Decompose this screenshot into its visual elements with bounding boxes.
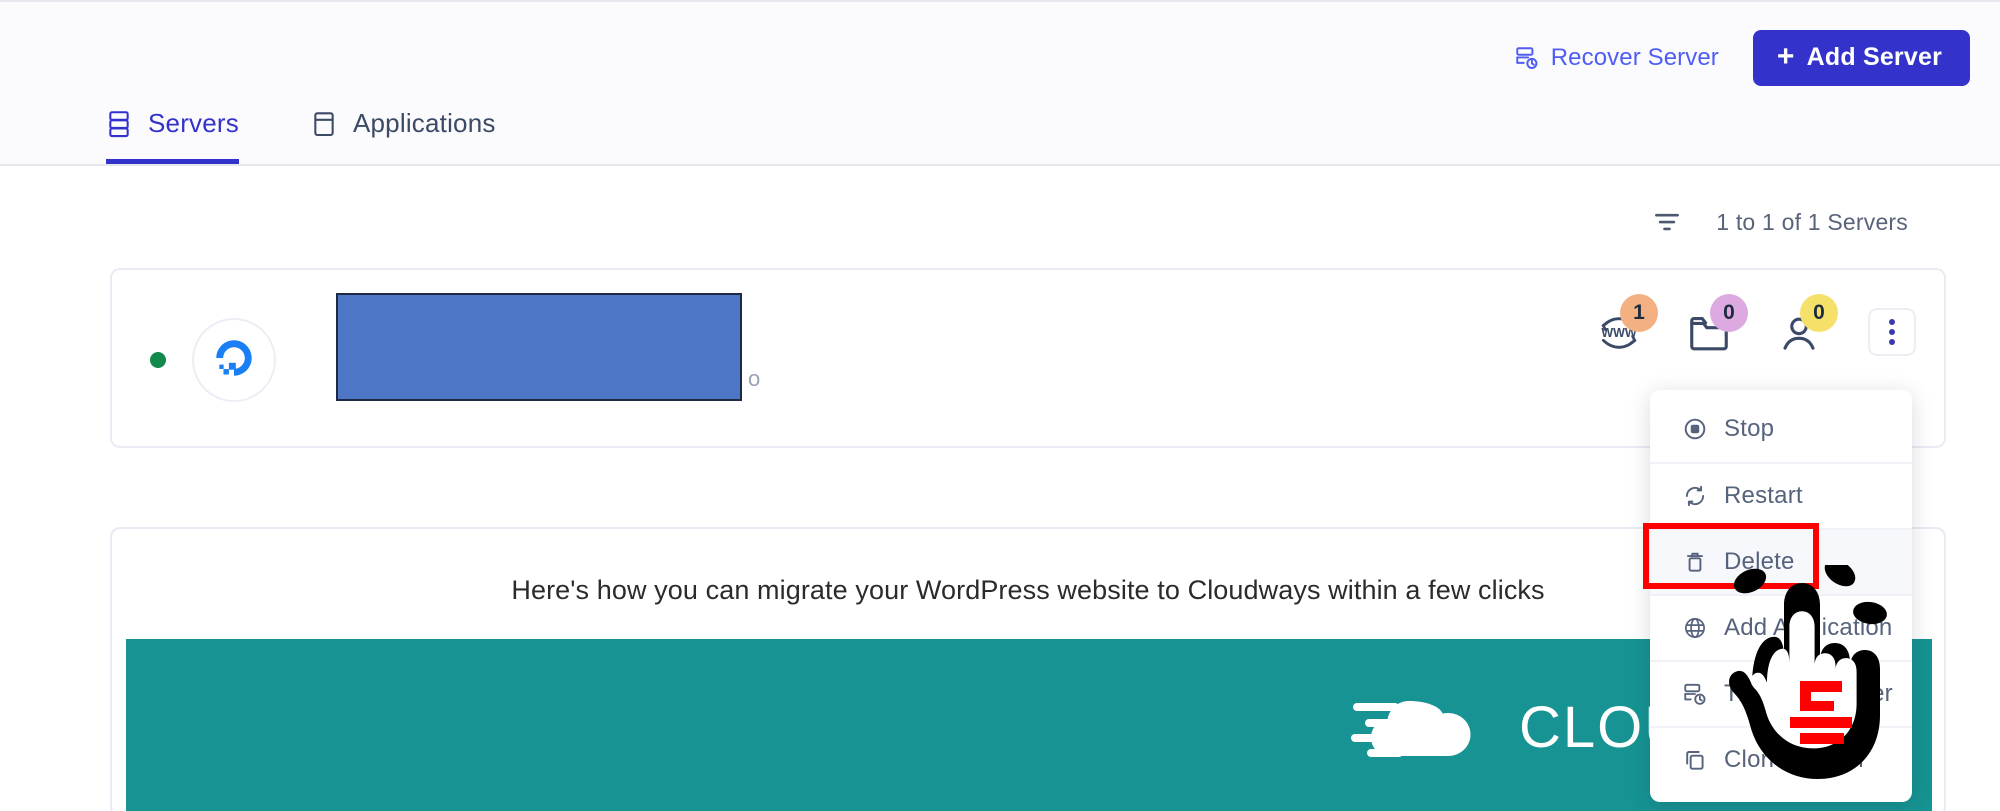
- tab-servers-label: Servers: [148, 108, 239, 138]
- menu-item-restart[interactable]: Restart: [1650, 462, 1912, 528]
- team-badge[interactable]: 0: [1776, 294, 1838, 358]
- team-badge-count: 0: [1800, 294, 1838, 332]
- vertical-dots-icon: [1889, 319, 1895, 325]
- server-actions-menu: Stop Restart Delete Add Application Tran…: [1650, 390, 1912, 802]
- cloudways-logo: CLOU: [1351, 679, 1688, 775]
- server-count-label: 1 to 1 of 1 Servers: [1716, 208, 1908, 235]
- applications-badge[interactable]: WWW 1: [1596, 294, 1658, 358]
- globe-icon: [1682, 615, 1708, 641]
- recover-server-label: Recover Server: [1550, 44, 1719, 71]
- transfer-server-icon: [1682, 681, 1708, 707]
- menu-item-clone-server[interactable]: Clone Server: [1650, 726, 1912, 792]
- recover-server-button[interactable]: Recover Server: [1514, 44, 1719, 72]
- menu-item-delete-label: Delete: [1724, 548, 1795, 575]
- menu-item-stop-label: Stop: [1724, 415, 1775, 442]
- digitalocean-logo-icon: [210, 334, 258, 387]
- server-stack-icon: [106, 109, 132, 139]
- menu-item-stop[interactable]: Stop: [1650, 396, 1912, 462]
- filter-icon[interactable]: [1652, 207, 1682, 237]
- menu-item-add-application[interactable]: Add Application: [1650, 594, 1912, 660]
- menu-item-transfer-server-label: Transfer Server: [1724, 680, 1893, 707]
- cloudways-cloud-icon: [1351, 679, 1501, 775]
- server-meta-fragment: o: [748, 366, 761, 391]
- server-name-redaction: [336, 293, 742, 401]
- add-server-label: Add Server: [1806, 43, 1942, 71]
- tab-applications-label: Applications: [352, 108, 496, 138]
- applications-badge-count: 1: [1620, 294, 1658, 332]
- menu-item-delete[interactable]: Delete: [1650, 528, 1912, 594]
- page-header: Recover Server + Add Server Servers Appl…: [0, 0, 2000, 166]
- projects-badge[interactable]: 0: [1686, 294, 1748, 358]
- header-actions: Recover Server + Add Server: [1514, 30, 1970, 86]
- add-server-button[interactable]: + Add Server: [1752, 30, 1970, 86]
- menu-item-add-application-label: Add Application: [1724, 614, 1893, 641]
- menu-item-restart-label: Restart: [1724, 482, 1803, 509]
- server-recover-icon: [1514, 45, 1540, 71]
- server-badges: WWW 1 0 0: [1596, 294, 1838, 358]
- primary-tabs: Servers Applications: [106, 108, 496, 164]
- window-panel-icon: [311, 109, 337, 139]
- list-toolbar: 1 to 1 of 1 Servers: [1652, 207, 1908, 237]
- plus-icon: +: [1776, 39, 1795, 73]
- projects-badge-count: 0: [1710, 294, 1748, 332]
- tab-servers[interactable]: Servers: [106, 108, 239, 164]
- status-badge: [150, 352, 166, 368]
- stop-circle-icon: [1682, 416, 1708, 442]
- vertical-dots-icon: [1889, 329, 1895, 335]
- tab-applications[interactable]: Applications: [311, 108, 496, 164]
- clone-icon: [1682, 747, 1708, 773]
- menu-item-clone-server-label: Clone Server: [1724, 746, 1867, 773]
- vertical-dots-icon: [1889, 339, 1895, 345]
- trash-icon: [1682, 549, 1708, 575]
- server-actions-menu-button[interactable]: [1868, 308, 1916, 356]
- provider-avatar: [192, 318, 276, 402]
- restart-icon: [1682, 483, 1708, 509]
- menu-item-transfer-server[interactable]: Transfer Server: [1650, 660, 1912, 726]
- app-root: Recover Server + Add Server Servers Appl…: [0, 0, 2000, 811]
